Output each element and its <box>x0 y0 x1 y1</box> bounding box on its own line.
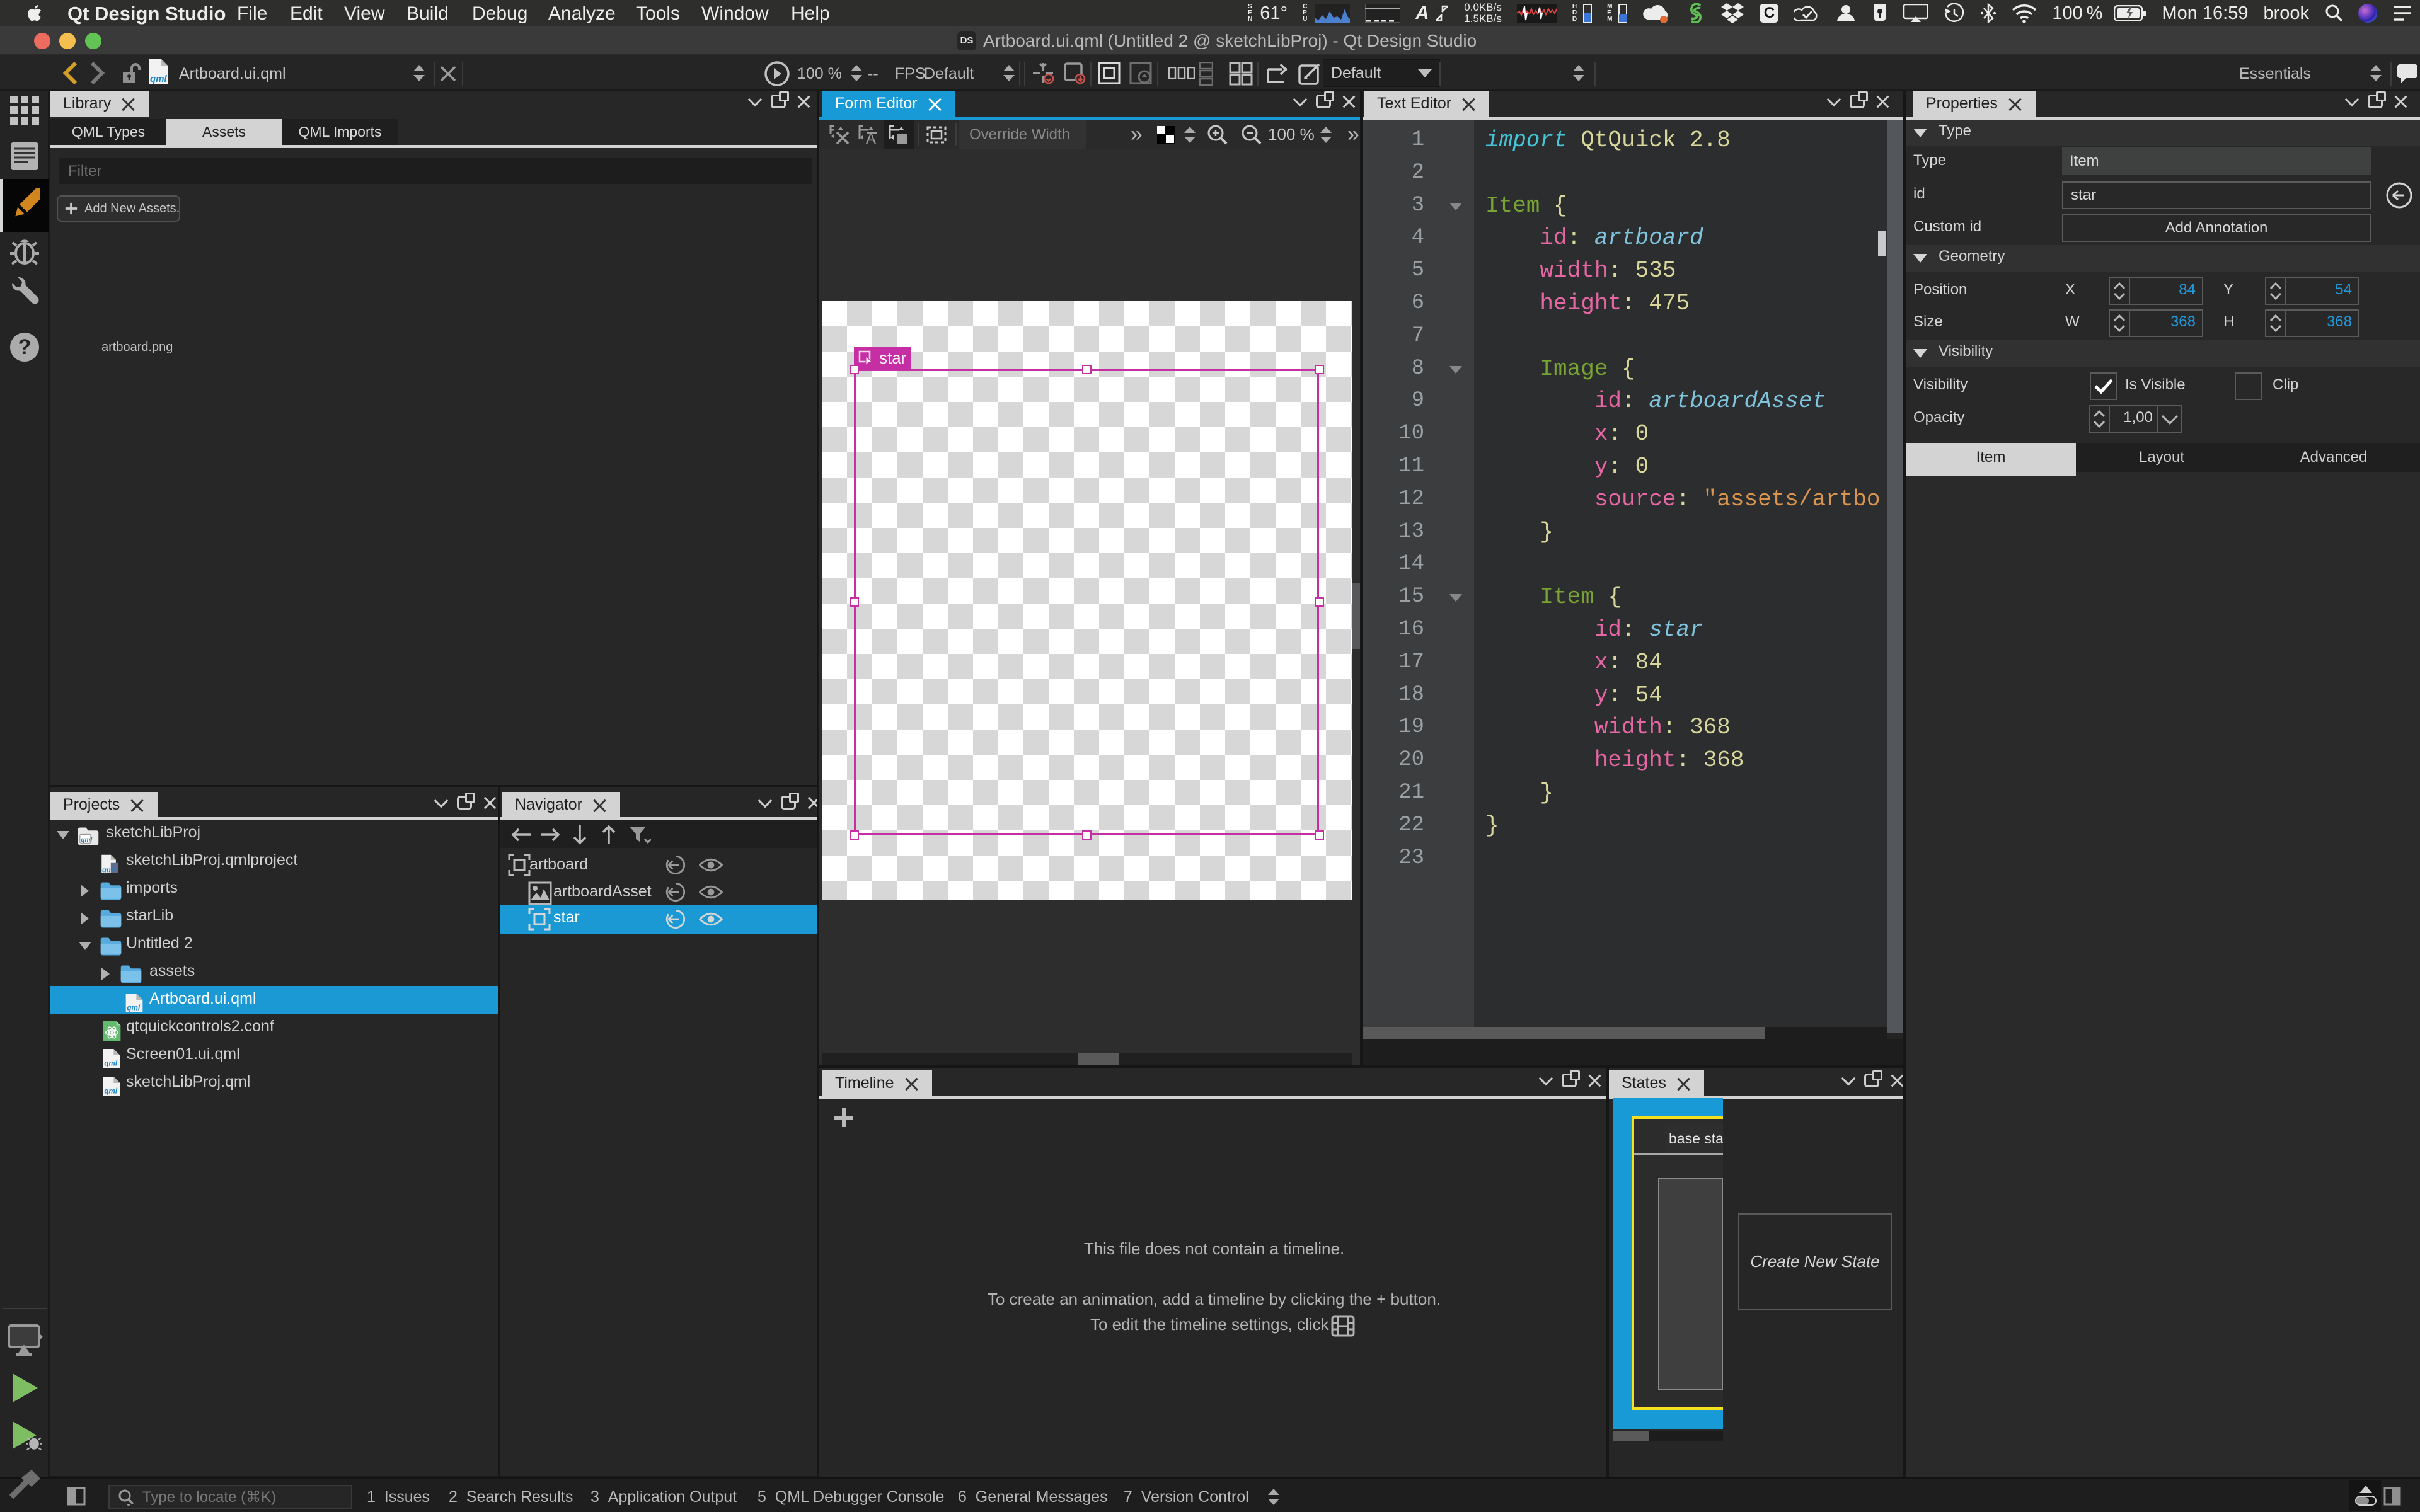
svg-text:qml: qml <box>104 1087 117 1096</box>
svg-text:qml: qml <box>81 837 92 844</box>
svg-text:qml: qml <box>150 74 168 84</box>
svg-text:qml: qml <box>104 1060 117 1068</box>
svg-text:qml: qml <box>102 866 115 874</box>
svg-text:qml: qml <box>127 1004 140 1012</box>
